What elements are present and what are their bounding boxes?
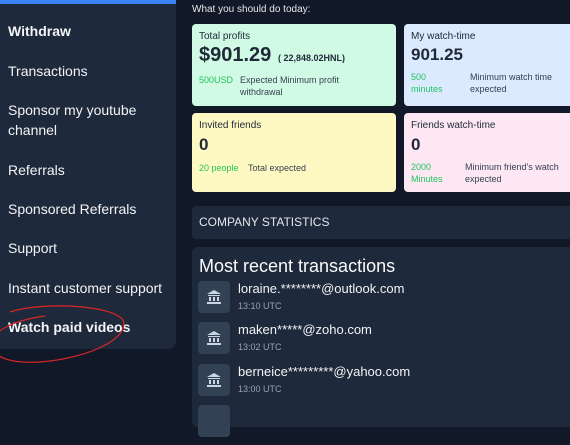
recent-transactions-panel: Most recent transactions loraine.*******… xyxy=(192,247,570,437)
transaction-time: 13:10 UTC xyxy=(238,301,282,311)
transaction-time: 13:02 UTC xyxy=(238,342,282,352)
card-foot-text: Minimum friend's watch expected xyxy=(465,161,559,185)
card-foot-value: 500 minutes xyxy=(411,71,443,95)
card-foot-value: 20 people xyxy=(199,163,239,173)
card-foot-line: minutes xyxy=(411,84,443,94)
transaction-row xyxy=(198,405,570,445)
card-foot-line: 2000 xyxy=(411,162,432,172)
card-foot-line: Minutes xyxy=(411,174,443,184)
sidebar-item-watch-paid-videos[interactable]: Watch paid videos xyxy=(8,317,130,337)
sidebar-item-sponsor-youtube[interactable]: Sponsor my youtube channel xyxy=(8,100,136,140)
section-heading: Most recent transactions xyxy=(199,256,396,276)
transaction-time: 13:00 UTC xyxy=(238,384,282,394)
friends-watch-time-value: 0 xyxy=(411,135,421,154)
total-profits-value: $901.29 xyxy=(199,44,272,66)
transaction-row: loraine.********@outlook.com 13:10 UTC xyxy=(198,281,570,321)
sidebar-item-sponsored-referrals[interactable]: Sponsored Referrals xyxy=(8,199,136,219)
card-foot-text: Total expected xyxy=(248,163,307,173)
card-foot-text: Expected Minimum profit withdrawal xyxy=(240,74,339,98)
transaction-email: maken*****@zoho.com xyxy=(238,322,372,337)
card-foot-line: Expected Minimum profit xyxy=(240,75,340,85)
sidebar-item-withdraw[interactable]: Withdraw xyxy=(8,21,71,41)
transaction-email: berneice*********@yahoo.com xyxy=(238,364,411,379)
page-subtitle: What you should do today: xyxy=(192,4,311,15)
transaction-row: maken*****@zoho.com 13:02 UTC xyxy=(198,322,570,362)
transaction-email: loraine.********@outlook.com xyxy=(238,281,405,296)
card-foot-line: withdrawal xyxy=(240,87,283,97)
card-foot-line: Minimum watch time xyxy=(470,72,553,82)
section-title: COMPANY STATISTICS xyxy=(199,215,330,229)
bank-icon xyxy=(198,364,230,396)
card-foot-line: Minimum friend's watch xyxy=(465,162,559,172)
card-foot-line: expected xyxy=(470,84,507,94)
card-label: Friends watch-time xyxy=(411,120,496,131)
bank-icon xyxy=(198,281,230,313)
card-label: Total profits xyxy=(199,31,251,42)
bank-icon xyxy=(198,405,230,437)
card-foot-text: Minimum watch time expected xyxy=(470,71,552,95)
card-foot-line: 500 xyxy=(411,72,427,82)
invited-friends-value: 0 xyxy=(199,135,209,154)
sidebar-item-label: channel xyxy=(8,122,58,138)
sidebar-item-label: Sponsor my youtube xyxy=(8,102,137,118)
card-label: My watch-time xyxy=(411,31,476,42)
total-profits-card: Total profits $901.29 ( 22,848.02HNL) 50… xyxy=(192,24,396,106)
sidebar-item-referrals[interactable]: Referrals xyxy=(8,160,65,180)
total-profits-local: ( 22,848.02HNL) xyxy=(278,53,346,63)
sidebar-item-transactions[interactable]: Transactions xyxy=(8,61,88,81)
sidebar-item-support[interactable]: Support xyxy=(8,238,57,258)
invited-friends-card: Invited friends 0 20 people Total expect… xyxy=(192,113,396,192)
card-foot-value: 2000 Minutes xyxy=(411,161,443,185)
bank-icon xyxy=(198,322,230,354)
transaction-row: berneice*********@yahoo.com 13:00 UTC xyxy=(198,364,570,404)
friends-watch-time-card: Friends watch-time 0 2000 Minutes Minimu… xyxy=(404,113,570,192)
sidebar-active-strip xyxy=(0,0,176,4)
card-foot-value: 500USD xyxy=(199,75,234,85)
company-statistics-header[interactable]: COMPANY STATISTICS xyxy=(192,206,570,239)
card-foot-line: expected xyxy=(465,174,502,184)
card-label: Invited friends xyxy=(199,120,262,131)
watch-time-card: My watch-time 901.25 500 minutes Minimum… xyxy=(404,24,570,106)
sidebar-item-instant-support[interactable]: Instant customer support xyxy=(8,278,162,298)
watch-time-value: 901.25 xyxy=(411,45,463,64)
